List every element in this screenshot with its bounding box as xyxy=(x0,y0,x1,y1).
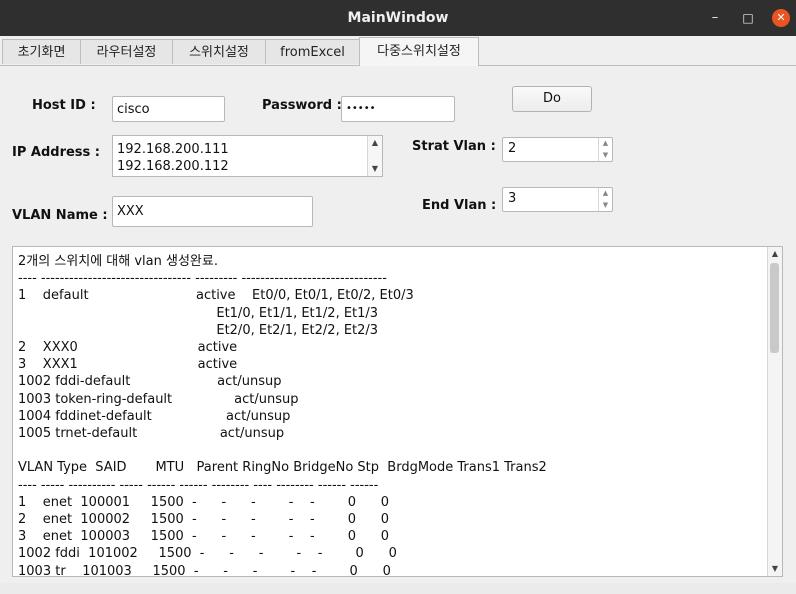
scroll-down-icon[interactable]: ▼ xyxy=(368,162,382,176)
start-vlan-value: 2 xyxy=(508,141,517,156)
end-vlan-value: 3 xyxy=(508,191,517,206)
output-scrollbar[interactable]: ▲ ▼ xyxy=(767,247,782,576)
increment-icon[interactable]: ▲ xyxy=(599,188,612,199)
vlan-name-label: VLAN Name : xyxy=(12,208,108,223)
list-item[interactable]: 192.168.200.112 xyxy=(117,159,229,174)
scrollbar-thumb[interactable] xyxy=(770,263,779,353)
do-button[interactable]: Do xyxy=(512,86,592,112)
ip-list-scrollbar[interactable]: ▲ ▼ xyxy=(367,136,382,176)
decrement-icon[interactable]: ▼ xyxy=(599,200,612,211)
vlan-name-input[interactable] xyxy=(112,196,313,227)
title-bar: MainWindow – □ ✕ xyxy=(0,0,796,36)
output-textarea[interactable]: 2개의 스위치에 대해 vlan 생성완료. ---- ------------… xyxy=(12,246,783,577)
start-vlan-spinbox[interactable]: 2 ▲ ▼ xyxy=(502,137,613,162)
tab-switch-settings[interactable]: 스위치설정 xyxy=(172,39,266,64)
scroll-up-icon[interactable]: ▲ xyxy=(368,136,382,150)
end-vlan-stepper[interactable]: ▲ ▼ xyxy=(598,188,612,211)
status-bar xyxy=(0,583,796,594)
maximize-icon[interactable]: □ xyxy=(739,9,757,27)
tab-from-excel[interactable]: fromExcel xyxy=(265,39,360,64)
tab-home[interactable]: 초기화면 xyxy=(2,39,81,64)
host-id-input[interactable] xyxy=(112,96,225,122)
scroll-up-icon[interactable]: ▲ xyxy=(768,247,782,261)
start-vlan-label: Strat Vlan : xyxy=(412,139,496,154)
minimize-icon[interactable]: – xyxy=(706,9,724,27)
decrement-icon[interactable]: ▼ xyxy=(599,150,612,161)
ip-address-list[interactable]: 192.168.200.111 192.168.200.112 ▲ ▼ xyxy=(112,135,383,177)
tab-router-settings[interactable]: 라우터설정 xyxy=(80,39,173,64)
ip-address-label: IP Address : xyxy=(12,145,100,160)
host-id-label: Host ID : xyxy=(32,98,96,113)
tab-multi-switch-settings[interactable]: 다중스위치설정 xyxy=(359,37,479,66)
scroll-down-icon[interactable]: ▼ xyxy=(768,562,782,576)
close-icon[interactable]: ✕ xyxy=(772,9,790,27)
end-vlan-label: End Vlan : xyxy=(422,198,497,213)
output-text: 2개의 스위치에 대해 vlan 생성완료. ---- ------------… xyxy=(18,254,547,577)
list-item[interactable]: 192.168.200.111 xyxy=(117,142,229,157)
start-vlan-stepper[interactable]: ▲ ▼ xyxy=(598,138,612,161)
password-label: Password : xyxy=(262,98,342,113)
window-title: MainWindow xyxy=(347,10,449,26)
end-vlan-spinbox[interactable]: 3 ▲ ▼ xyxy=(502,187,613,212)
password-input[interactable]: ••••• xyxy=(341,96,455,122)
increment-icon[interactable]: ▲ xyxy=(599,138,612,149)
